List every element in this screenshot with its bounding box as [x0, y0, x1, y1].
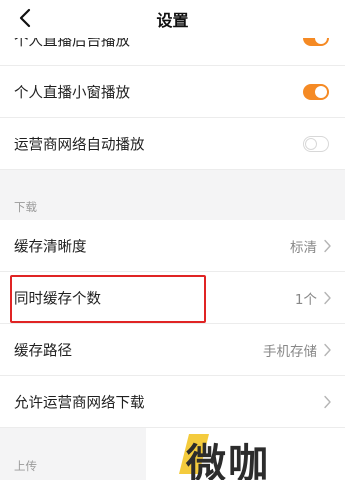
row-cache-path[interactable]: 缓存路径 手机存储 — [0, 324, 345, 376]
row-label: 运营商网络自动播放 — [14, 137, 145, 153]
watermark-text: 微咖 — [186, 441, 270, 480]
section-header-download: 下载 — [14, 200, 37, 214]
chevron-right-icon — [324, 291, 331, 304]
section-header-upload: 上传 — [14, 459, 37, 473]
toggle-knob — [315, 85, 327, 98]
row-label: 同时缓存个数 — [14, 291, 101, 307]
toggle-knob — [305, 137, 317, 150]
row-concurrent-cache-count[interactable]: 同时缓存个数 1个 — [0, 272, 345, 324]
row-label: 允许运营商网络下载 — [14, 395, 145, 411]
chevron-right-icon — [324, 395, 331, 408]
row-personal-live-mini-window[interactable]: 个人直播小窗播放 — [0, 66, 345, 118]
row-cache-quality[interactable]: 缓存清晰度 标清 — [0, 220, 345, 272]
row-value: 1个 — [294, 291, 317, 308]
toggle-carrier-network-autoplay[interactable] — [303, 135, 329, 152]
settings-screen: 个人直播后台播放 设置 个人直播小窗播放 运营商网络自动播放 下载 缓存清晰度 … — [0, 0, 345, 480]
row-label: 缓存路径 — [14, 343, 72, 359]
chevron-right-icon — [324, 239, 331, 252]
top-bar: 设置 — [0, 0, 345, 38]
row-label: 缓存清晰度 — [14, 239, 87, 255]
row-value: 标清 — [290, 239, 317, 256]
row-carrier-network-autoplay[interactable]: 运营商网络自动播放 — [0, 118, 345, 170]
row-allow-carrier-download[interactable]: 允许运营商网络下载 — [0, 376, 345, 428]
row-label: 个人直播小窗播放 — [14, 85, 130, 101]
page-title: 设置 — [156, 11, 189, 30]
row-value: 手机存储 — [263, 343, 317, 360]
toggle-personal-live-mini-window[interactable] — [303, 83, 329, 100]
chevron-right-icon — [324, 343, 331, 356]
watermark-logo: 微咖 — [146, 428, 345, 480]
